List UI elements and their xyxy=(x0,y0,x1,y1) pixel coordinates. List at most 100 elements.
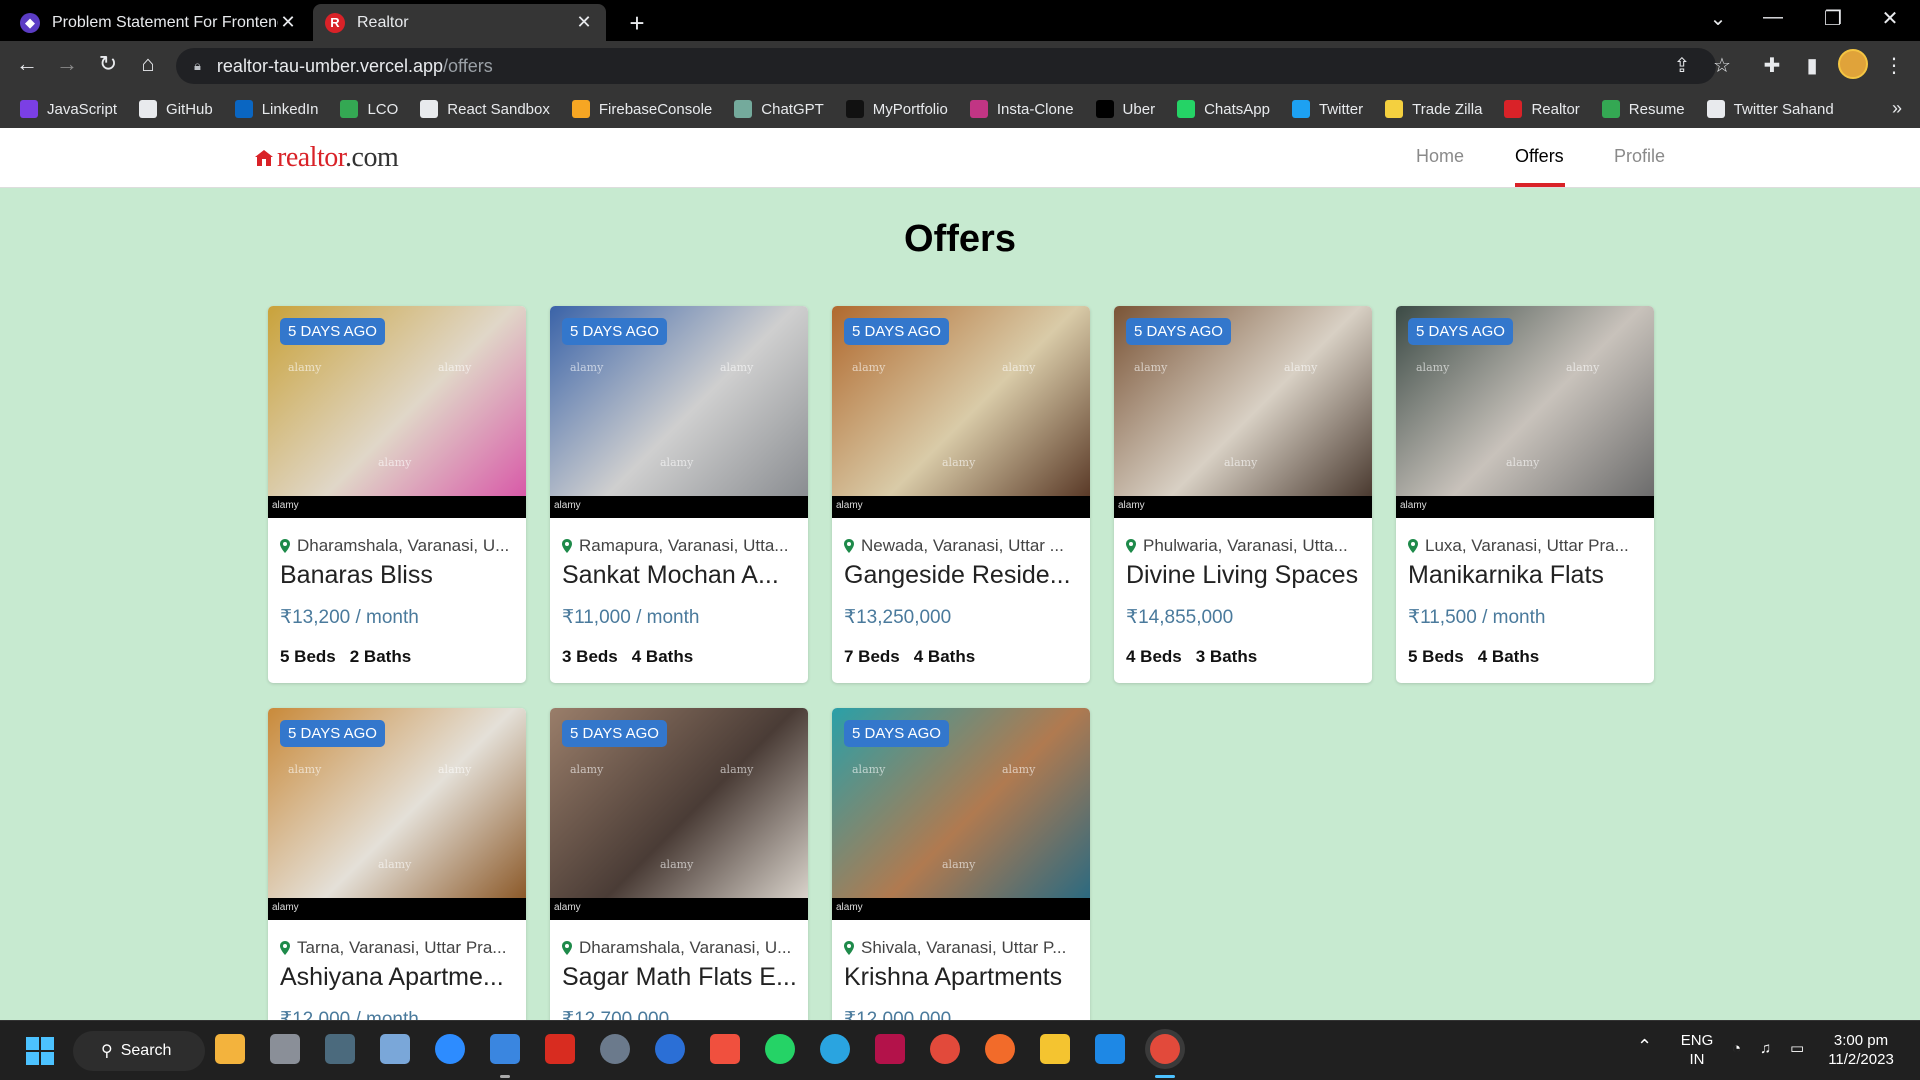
vscode-icon[interactable] xyxy=(1095,1034,1125,1064)
listing-card[interactable]: alamy alamy alamy alamy 5 DAYS AGO Luxa, Vara… xyxy=(1396,306,1654,683)
language-indicator[interactable]: ENG IN xyxy=(1679,1031,1715,1069)
listing-card[interactable]: alamy alamy alamy alamy 5 DAYS AGO Phulwaria,… xyxy=(1114,306,1372,683)
windows-start-icon[interactable] xyxy=(26,1037,54,1065)
acrobat-icon[interactable] xyxy=(545,1034,575,1064)
close-tab-icon[interactable]: ✕ xyxy=(574,12,594,33)
bookmark-item[interactable]: Twitter Sahand xyxy=(1706,100,1834,118)
bookmark-label: ChatGPT xyxy=(761,100,824,118)
listing-card[interactable]: alamy alamy alamy alamy 5 DAYS AGO Dharamshal… xyxy=(550,708,808,1020)
listing-card[interactable]: alamy alamy alamy alamy 5 DAYS AGO Ramapura, … xyxy=(550,306,808,683)
chrome-icon[interactable] xyxy=(930,1034,960,1064)
nav-profile[interactable]: Profile xyxy=(1614,146,1665,167)
bookmark-item[interactable]: GitHub xyxy=(139,100,213,118)
bookmark-label: GitHub xyxy=(166,100,213,118)
listing-price: ₹12,000 / month xyxy=(280,1009,419,1020)
settings-gear-icon[interactable] xyxy=(600,1034,630,1064)
listing-age-badge: 5 DAYS AGO xyxy=(844,318,949,345)
browser-tab-realtor[interactable]: R Realtor ✕ xyxy=(313,4,606,41)
photo-watermark: alamy xyxy=(288,361,322,374)
forward-button[interactable]: → xyxy=(52,51,82,77)
javascript-icon xyxy=(20,100,38,118)
bookmark-item[interactable]: Uber xyxy=(1095,100,1156,118)
calculator-icon[interactable] xyxy=(325,1034,355,1064)
close-window-button[interactable]: ✕ xyxy=(1870,6,1910,31)
new-tab-button[interactable]: + xyxy=(622,8,652,39)
bookmark-item[interactable]: MyPortfolio xyxy=(845,100,948,118)
bookmark-star-icon[interactable]: ☆ xyxy=(1708,53,1736,78)
bookmark-label: Uber xyxy=(1122,100,1156,118)
bookmark-item[interactable]: Resume xyxy=(1601,100,1685,118)
instagram-icon xyxy=(969,100,988,118)
bookmark-item[interactable]: React Sandbox xyxy=(420,100,550,118)
reload-button[interactable]: ↻ xyxy=(93,51,123,77)
chrome-active-icon[interactable] xyxy=(1150,1034,1180,1064)
listing-price: ₹13,200 / month xyxy=(280,607,419,628)
bookmark-item[interactable]: ChatsApp xyxy=(1177,100,1270,118)
side-panel-icon[interactable]: ▮ xyxy=(1798,53,1826,78)
camera-icon[interactable] xyxy=(270,1034,300,1064)
listing-card[interactable]: alamy alamy alamy alamy 5 DAYS AGO Dharamshal… xyxy=(268,306,526,683)
photo-strip-watermark: alamy xyxy=(554,902,581,913)
tray-chevron-up-icon[interactable]: ⌃ xyxy=(1637,1037,1652,1056)
photo-watermark: alamy xyxy=(1284,361,1318,374)
listing-age-badge: 5 DAYS AGO xyxy=(1408,318,1513,345)
listing-card[interactable]: alamy alamy alamy alamy 5 DAYS AGO Newada, Va… xyxy=(832,306,1090,683)
listing-card[interactable]: alamy alamy alamy alamy 5 DAYS AGO Shivala, V… xyxy=(832,708,1090,1020)
mail-icon[interactable] xyxy=(490,1034,520,1064)
listing-card[interactable]: alamy alamy alamy alamy 5 DAYS AGO Tarna, Var… xyxy=(268,708,526,1020)
bookmark-item[interactable]: ChatGPT xyxy=(734,100,824,118)
bookmark-label: Realtor xyxy=(1531,100,1580,118)
taskbar-search-label: Search xyxy=(120,1042,172,1059)
taskbar-search[interactable]: ⚲ Search xyxy=(73,1031,205,1071)
listing-location-text: Newada, Varanasi, Uttar ... xyxy=(861,536,1064,555)
photo-caption-strip: alamy xyxy=(1396,496,1654,518)
photo-watermark: alamy xyxy=(660,456,694,469)
zoom-icon[interactable] xyxy=(435,1034,465,1064)
browser-tab-problem-statement[interactable]: ◆ Problem Statement For Frontend ✕ xyxy=(8,4,310,41)
extensions-icon[interactable]: ✚ xyxy=(1758,53,1786,78)
word-icon[interactable] xyxy=(655,1034,685,1064)
battery-icon[interactable]: ▭ xyxy=(1790,1039,1804,1058)
tab-search-chevron-icon[interactable]: ⌄ xyxy=(1698,6,1738,31)
listing-specs: 5 Beds 4 Baths xyxy=(1408,647,1539,667)
volume-icon[interactable]: ♫ xyxy=(1760,1039,1771,1058)
listing-location-text: Dharamshala, Varanasi, U... xyxy=(579,938,792,957)
back-button[interactable]: ← xyxy=(12,51,42,77)
photo-strip-watermark: alamy xyxy=(272,902,299,913)
photos-icon[interactable] xyxy=(380,1034,410,1064)
address-bar[interactable]: 🔒︎ realtor-tau-umber.vercel.app/offers xyxy=(176,48,1716,84)
vector-app-icon[interactable] xyxy=(875,1034,905,1064)
home-button[interactable]: ⌂ xyxy=(133,51,163,77)
lock-icon[interactable]: 🔒︎ xyxy=(194,58,201,74)
bookmark-item[interactable]: Insta-Clone xyxy=(969,100,1074,118)
share-icon[interactable]: ⇪ xyxy=(1668,53,1696,78)
bookmark-item[interactable]: Realtor xyxy=(1504,100,1580,118)
nav-offers[interactable]: Offers xyxy=(1515,146,1564,167)
postman-icon[interactable] xyxy=(985,1034,1015,1064)
realtor-logo[interactable]: realtor.com xyxy=(254,142,399,174)
bookmark-item[interactable]: LinkedIn xyxy=(234,100,318,118)
close-tab-icon[interactable]: ✕ xyxy=(278,12,298,33)
bookmark-label: MyPortfolio xyxy=(872,100,948,118)
bookmark-item[interactable]: Trade Zilla xyxy=(1385,100,1482,118)
minimize-button[interactable]: — xyxy=(1753,6,1793,29)
profile-avatar[interactable] xyxy=(1838,49,1868,79)
nav-home[interactable]: Home xyxy=(1416,146,1464,167)
clock[interactable]: 3:00 pm 11/2/2023 xyxy=(1826,1031,1896,1069)
telegram-icon[interactable] xyxy=(820,1034,850,1064)
bookmark-item[interactable]: Twitter xyxy=(1291,100,1363,118)
git-icon[interactable] xyxy=(710,1034,740,1064)
whatsapp-icon[interactable] xyxy=(765,1034,795,1064)
bookmark-item[interactable]: FirebaseConsole xyxy=(571,100,712,118)
file-explorer-icon[interactable] xyxy=(1040,1034,1070,1064)
listing-name: Manikarnika Flats xyxy=(1408,561,1604,589)
microsoft-store-icon[interactable] xyxy=(215,1034,245,1064)
listing-location-text: Shivala, Varanasi, Uttar P... xyxy=(861,938,1067,957)
wifi-icon[interactable]: ◔ xyxy=(1732,1039,1741,1058)
menu-kebab-icon[interactable]: ⋮ xyxy=(1880,53,1908,78)
bookmark-item[interactable]: JavaScript xyxy=(20,100,117,118)
more-bookmarks-icon[interactable]: » xyxy=(1892,98,1902,119)
restore-button[interactable]: ❐ xyxy=(1813,6,1853,31)
bookmark-item[interactable]: LCO xyxy=(340,100,398,118)
listing-age-badge: 5 DAYS AGO xyxy=(280,318,385,345)
